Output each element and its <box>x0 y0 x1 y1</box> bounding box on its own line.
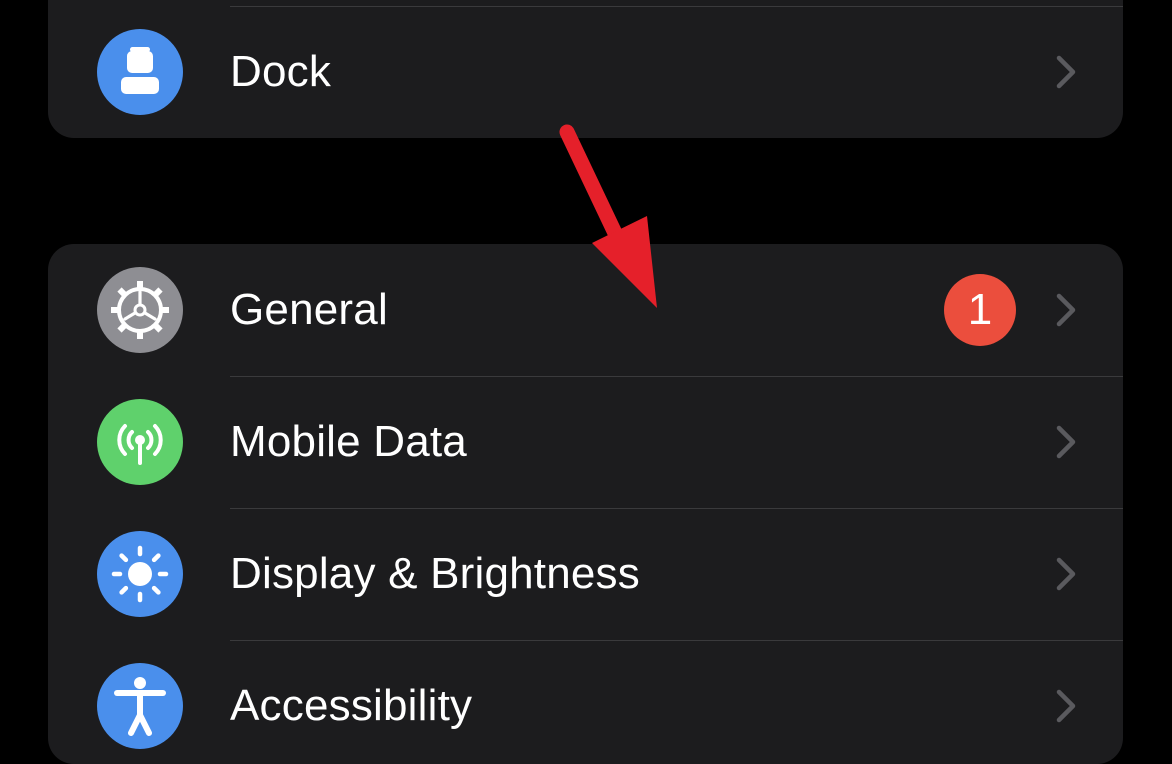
notification-badge: 1 <box>944 274 1016 346</box>
chevron-right-icon <box>1056 689 1076 723</box>
antenna-icon <box>97 399 183 485</box>
settings-group-top: Dock <box>48 0 1123 138</box>
dock-label: Dock <box>230 47 332 96</box>
chevron-right-icon <box>1056 293 1076 327</box>
accessibility-label: Accessibility <box>230 681 473 730</box>
general-label: General <box>230 285 388 334</box>
accessibility-icon <box>97 663 183 749</box>
settings-group-main: General 1 Mobile Data Display & Brightne… <box>48 244 1123 764</box>
settings-row-display-brightness[interactable]: Display & Brightness <box>48 508 1123 640</box>
sun-icon <box>97 531 183 617</box>
gear-icon <box>97 267 183 353</box>
settings-row-mobile-data[interactable]: Mobile Data <box>48 376 1123 508</box>
display-brightness-label: Display & Brightness <box>230 549 640 598</box>
settings-row-accessibility[interactable]: Accessibility <box>48 640 1123 764</box>
settings-row-general[interactable]: General 1 <box>48 244 1123 376</box>
chevron-right-icon <box>1056 557 1076 591</box>
chevron-right-icon <box>1056 55 1076 89</box>
dock-icon <box>97 29 183 115</box>
settings-row-dock[interactable]: Dock <box>48 6 1123 138</box>
chevron-right-icon <box>1056 425 1076 459</box>
row-divider <box>230 6 1123 7</box>
mobile-data-label: Mobile Data <box>230 417 467 466</box>
